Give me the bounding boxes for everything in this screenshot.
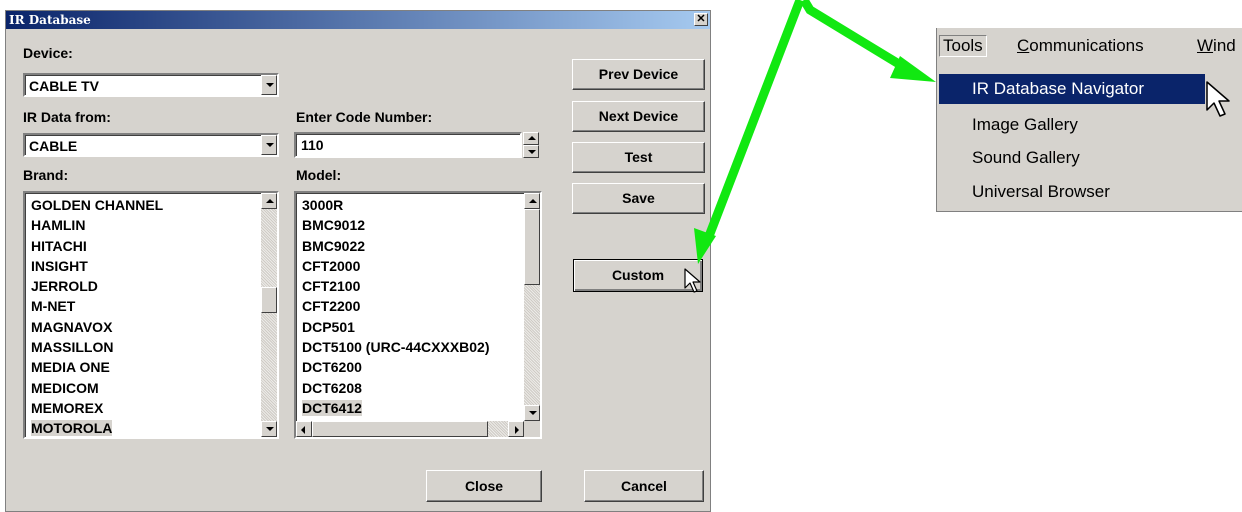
menu-tools-label: Tools bbox=[943, 36, 983, 55]
tools-menu-inset: Tools Communications Wind IR Database Na… bbox=[936, 28, 1242, 212]
menu-communications[interactable]: Communications bbox=[1017, 36, 1144, 56]
menu-item-image-gallery[interactable]: Image Gallery bbox=[972, 114, 1078, 136]
mouse-pointer-icon bbox=[1206, 81, 1230, 117]
menu-window[interactable]: Wind bbox=[1197, 36, 1236, 56]
menu-item-sound-gallery[interactable]: Sound Gallery bbox=[972, 147, 1080, 169]
menu-tools[interactable]: Tools bbox=[939, 35, 987, 57]
menu-communications-label: Communications bbox=[1017, 36, 1144, 55]
menu-item-universal-browser[interactable]: Universal Browser bbox=[972, 181, 1110, 203]
menu-window-label: Wind bbox=[1197, 36, 1236, 55]
menu-item-ir-database-navigator[interactable]: IR Database Navigator bbox=[972, 78, 1144, 100]
